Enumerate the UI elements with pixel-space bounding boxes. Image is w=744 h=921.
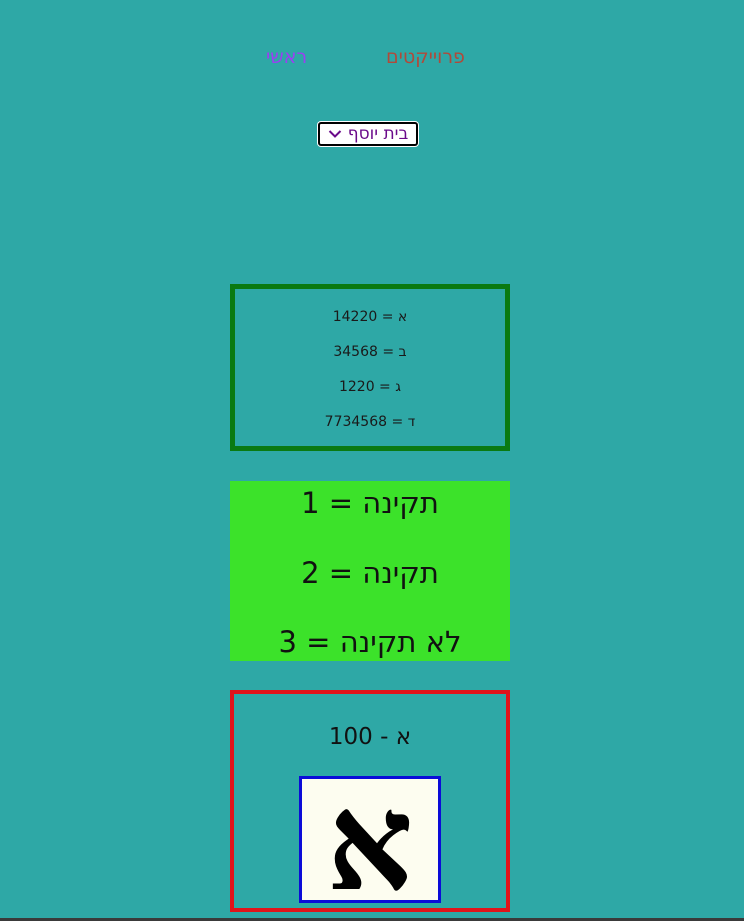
letter-box: א - 100 א <box>230 690 510 912</box>
page: פרוייקטים ראשי בית יוסף א = 14220 ב = 34… <box>0 0 744 921</box>
values-box: א = 14220 ב = 34568 ג = 1220 ד = 7734568 <box>230 284 510 451</box>
dropdown-select[interactable]: בית יוסף <box>318 122 418 146</box>
status-box: תקינה = 1 תקינה = 2 לא תקינה = 3 <box>230 481 510 661</box>
status-row: לא תקינה = 3 <box>278 625 462 659</box>
nav-link-home[interactable]: ראשי <box>266 44 307 70</box>
aleph-letter-icon: א <box>327 779 414 900</box>
letter-caption: א - 100 <box>328 724 412 750</box>
letter-image: א <box>299 776 441 903</box>
svg-text:א: א <box>327 779 414 900</box>
status-row: תקינה = 2 <box>301 556 439 590</box>
value-row: ד = 7734568 <box>324 414 416 430</box>
nav-link-projects[interactable]: פרוייקטים <box>386 44 465 70</box>
dropdown-selected-value: בית יוסף <box>347 124 409 144</box>
value-row: ב = 34568 <box>333 344 407 360</box>
chevron-down-icon <box>328 130 341 138</box>
value-row: א = 14220 <box>332 309 408 325</box>
status-row: תקינה = 1 <box>301 486 439 520</box>
value-row: ג = 1220 <box>338 379 402 395</box>
